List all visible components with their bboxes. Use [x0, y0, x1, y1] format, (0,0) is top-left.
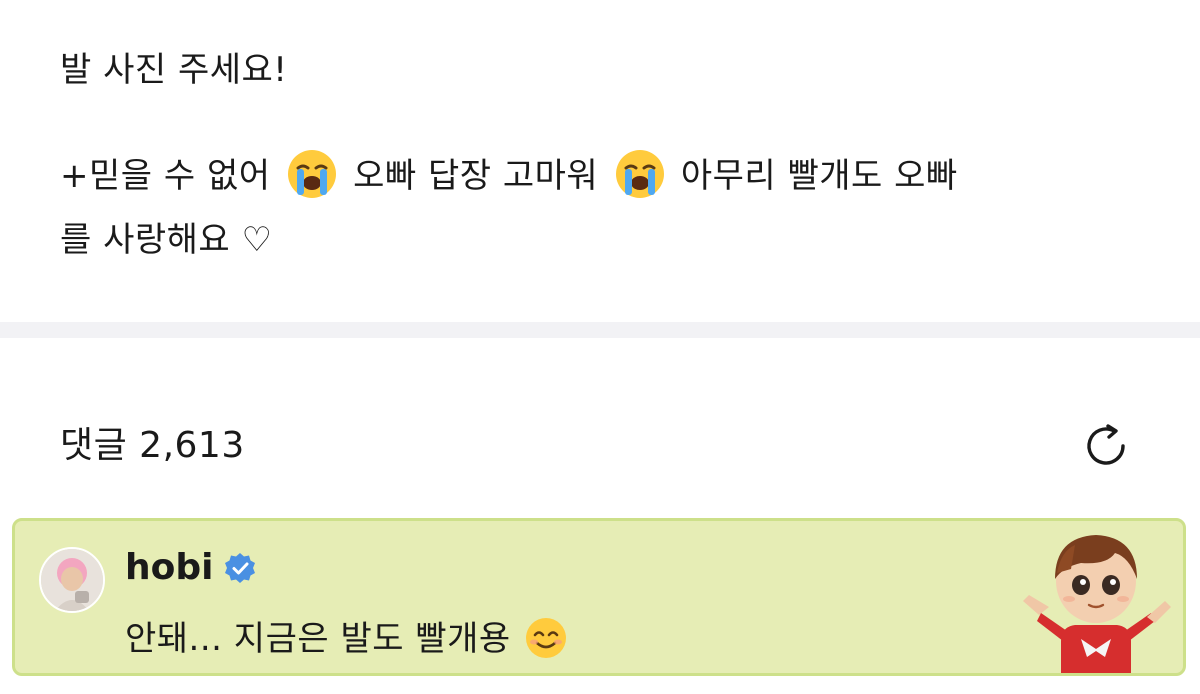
post-line-2: +믿을 수 없어 오빠 답장 고마워 아무리 빨개도 오빠 — [60, 144, 1140, 208]
refresh-icon[interactable] — [1076, 416, 1136, 476]
pinned-comment[interactable]: hobi 안돼... 지금은 발도 빨개용 — [12, 518, 1186, 676]
comment-author[interactable]: hobi — [125, 543, 213, 593]
avatar-image — [41, 549, 103, 611]
post-paragraph-gap — [60, 102, 1140, 144]
smiling-face-icon — [525, 617, 566, 658]
post-text-line-3: 를 사랑해요 ♡ — [60, 220, 273, 260]
avatar[interactable] — [39, 547, 105, 613]
post-text-segment-3: 아무리 빨개도 오빠 — [680, 156, 958, 196]
post-text-segment-2: 오빠 답장 고마워 — [353, 156, 599, 196]
comments-header: 댓글 2,613 — [60, 416, 1140, 476]
section-divider — [0, 322, 1200, 338]
comment-text-content: 안돼... 지금은 발도 빨개용 — [125, 619, 511, 659]
post-line-3: 를 사랑해요 ♡ — [60, 208, 1140, 272]
comment-author-row: hobi — [125, 543, 257, 593]
loudly-crying-face-icon — [287, 149, 336, 198]
post-body: 발 사진 주세요! +믿을 수 없어 오빠 답장 고마워 아무리 빨개도 오빠 … — [60, 38, 1140, 272]
loudly-crying-face-icon — [615, 149, 664, 198]
comment-count-label: 댓글 2,613 — [60, 425, 245, 466]
verified-badge-icon — [225, 553, 256, 583]
character-sticker — [1023, 535, 1171, 673]
post-text-segment-1: +믿을 수 없어 — [60, 156, 271, 196]
post-line-1: 발 사진 주세요! — [60, 38, 1140, 102]
post-text-line-1: 발 사진 주세요! — [60, 50, 288, 90]
comment-text: 안돼... 지금은 발도 빨개용 — [125, 613, 568, 665]
